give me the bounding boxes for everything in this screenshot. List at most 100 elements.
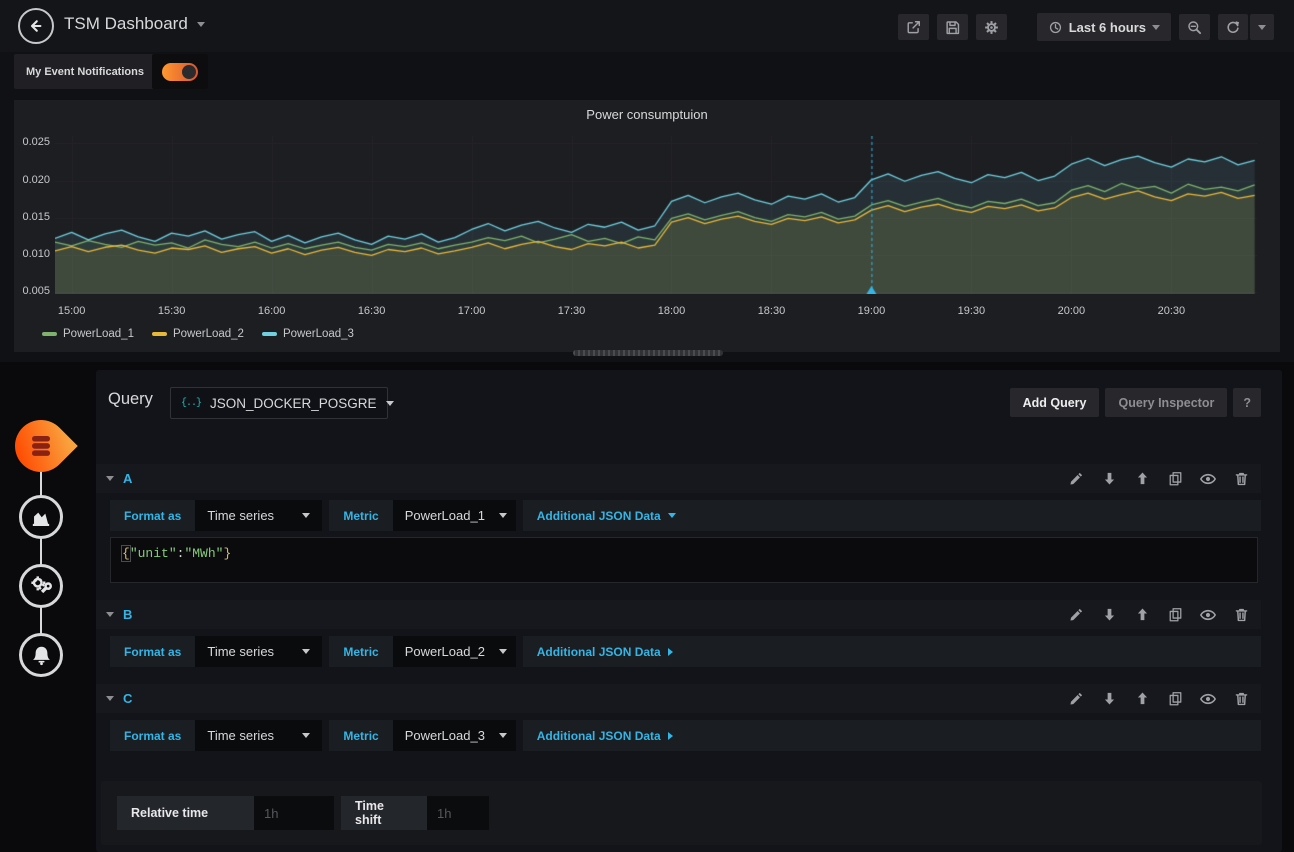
gear-wrench-icon <box>28 573 54 599</box>
tab-visualization[interactable] <box>19 495 63 539</box>
clock-icon <box>1048 20 1063 35</box>
query-row-header-b[interactable]: B <box>96 600 1261 629</box>
chevron-down-icon <box>386 401 394 406</box>
tab-general[interactable] <box>19 564 63 608</box>
metric-select[interactable]: PowerLoad_3 <box>393 720 516 751</box>
share-button[interactable] <box>898 14 929 40</box>
delete-icon[interactable] <box>1231 689 1251 709</box>
gear-icon <box>983 19 1000 36</box>
format-select[interactable]: Time series <box>195 720 322 751</box>
legend-item-powerload_1[interactable]: PowerLoad_1 <box>42 328 134 340</box>
delete-icon[interactable] <box>1231 605 1251 625</box>
chart-icon <box>29 505 53 529</box>
move-down-icon[interactable] <box>1099 689 1119 709</box>
duplicate-icon[interactable] <box>1165 469 1185 489</box>
chevron-down-icon <box>499 733 507 738</box>
legend-label: PowerLoad_2 <box>173 328 244 340</box>
query-ref-letter: B <box>123 607 132 622</box>
refresh-interval-dropdown[interactable] <box>1250 14 1274 40</box>
move-up-icon[interactable] <box>1132 605 1152 625</box>
refresh-button[interactable] <box>1218 14 1248 40</box>
time-shift-input[interactable] <box>427 796 489 830</box>
move-down-icon[interactable] <box>1099 469 1119 489</box>
move-up-icon[interactable] <box>1132 689 1152 709</box>
chevron-down-icon <box>668 513 676 518</box>
additional-json-toggle[interactable]: Additional JSON Data <box>523 636 687 667</box>
chevron-down-icon <box>1152 25 1160 30</box>
datasource-dropdown[interactable]: {..} JSON_DOCKER_POSGRE <box>170 387 388 419</box>
time-range-picker[interactable]: Last 6 hours <box>1037 13 1171 41</box>
y-axis-tick: 0.025 <box>14 136 50 148</box>
dashboard-title[interactable]: TSM Dashboard <box>64 14 205 34</box>
chevron-right-icon <box>668 732 673 740</box>
metric-select[interactable]: PowerLoad_2 <box>393 636 516 667</box>
query-ref-letter: A <box>123 471 132 486</box>
edit-icon[interactable] <box>1066 605 1086 625</box>
legend-item-powerload_3[interactable]: PowerLoad_3 <box>262 328 354 340</box>
chart-legend: PowerLoad_1 PowerLoad_2 PowerLoad_3 <box>42 328 354 340</box>
x-axis-tick: 19:00 <box>849 305 893 317</box>
chevron-down-icon <box>499 513 507 518</box>
row-actions <box>1066 689 1251 709</box>
metric-select[interactable]: PowerLoad_1 <box>393 500 516 531</box>
chart-plot-area[interactable] <box>55 136 1258 294</box>
tab-alert[interactable] <box>19 633 63 677</box>
legend-swatch <box>42 332 57 336</box>
collapse-caret-icon[interactable] <box>106 696 114 701</box>
query-options-row-a: Format as Time series Metric PowerLoad_1… <box>110 500 1261 531</box>
back-button[interactable] <box>18 8 54 44</box>
x-axis-tick: 16:30 <box>350 305 394 317</box>
collapse-caret-icon[interactable] <box>106 476 114 481</box>
legend-label: PowerLoad_3 <box>283 328 354 340</box>
additional-json-toggle[interactable]: Additional JSON Data <box>523 720 687 751</box>
collapse-caret-icon[interactable] <box>106 612 114 617</box>
additional-json-editor[interactable]: {"unit":"MWh"} <box>110 537 1258 583</box>
bell-icon <box>29 643 54 668</box>
toggle-visibility-icon[interactable] <box>1198 605 1218 625</box>
relative-time-input[interactable] <box>254 796 334 830</box>
x-axis-tick: 17:00 <box>450 305 494 317</box>
toggle-visibility-icon[interactable] <box>1198 689 1218 709</box>
row-actions <box>1066 469 1251 489</box>
scrollbar-thumb[interactable] <box>573 350 723 356</box>
query-row-header-a[interactable]: A <box>96 464 1261 493</box>
event-notifications-toggle[interactable] <box>152 54 208 89</box>
y-axis-tick: 0.015 <box>14 211 50 223</box>
format-select[interactable]: Time series <box>195 500 322 531</box>
time-shift-label: Time shift <box>341 796 427 830</box>
query-inspector-button[interactable]: Query Inspector <box>1105 388 1227 417</box>
database-icon <box>26 431 56 461</box>
back-arrow-icon <box>26 16 46 36</box>
zoom-out-button[interactable] <box>1179 14 1210 40</box>
format-select[interactable]: Time series <box>195 636 322 667</box>
tab-queries[interactable] <box>4 409 78 483</box>
move-up-icon[interactable] <box>1132 469 1152 489</box>
additional-json-toggle[interactable]: Additional JSON Data <box>523 500 690 531</box>
help-button[interactable]: ? <box>1233 388 1261 417</box>
legend-item-powerload_2[interactable]: PowerLoad_2 <box>152 328 244 340</box>
top-nav: TSM Dashboard Last 6 hours <box>0 0 1294 52</box>
move-down-icon[interactable] <box>1099 605 1119 625</box>
x-axis-tick: 18:00 <box>649 305 693 317</box>
toggle-knob <box>182 65 196 79</box>
edit-icon[interactable] <box>1066 689 1086 709</box>
toggle-visibility-icon[interactable] <box>1198 469 1218 489</box>
y-axis-tick: 0.005 <box>14 285 50 297</box>
zoom-out-icon <box>1186 19 1203 36</box>
refresh-icon <box>1225 19 1241 35</box>
event-notifications-label: My Event Notifications <box>14 66 152 78</box>
add-query-button[interactable]: Add Query <box>1010 388 1100 417</box>
duplicate-icon[interactable] <box>1165 605 1185 625</box>
x-axis-tick: 15:30 <box>150 305 194 317</box>
save-button[interactable] <box>937 14 968 40</box>
delete-icon[interactable] <box>1231 469 1251 489</box>
settings-button[interactable] <box>976 14 1007 40</box>
query-row-header-c[interactable]: C <box>96 684 1261 713</box>
format-as-label: Format as <box>110 500 195 531</box>
duplicate-icon[interactable] <box>1165 689 1185 709</box>
edit-icon[interactable] <box>1066 469 1086 489</box>
metric-label: Metric <box>329 500 392 531</box>
chevron-down-icon <box>302 513 310 518</box>
y-axis-tick: 0.010 <box>14 248 50 260</box>
panel-title[interactable]: Power consumptuion <box>14 107 1280 122</box>
